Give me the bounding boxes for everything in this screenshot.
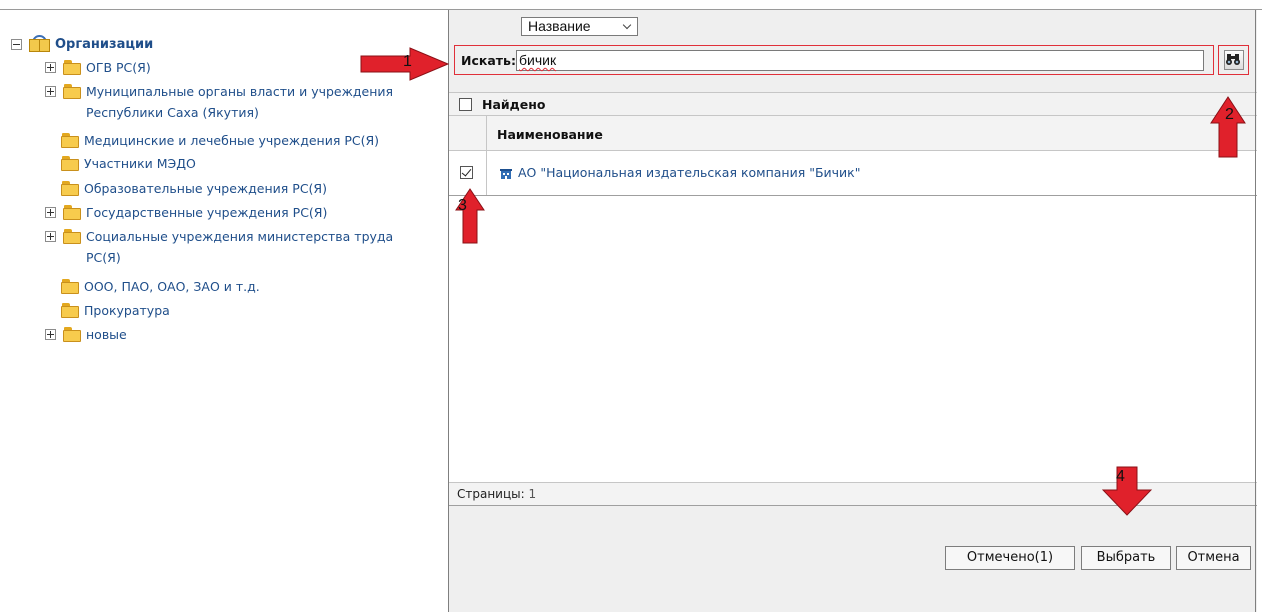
row-checkbox[interactable] bbox=[460, 166, 473, 179]
folder-icon bbox=[63, 229, 82, 244]
expand-icon[interactable] bbox=[45, 86, 56, 97]
tree-item-medical[interactable]: Медицинские и лечебные учреждения РС(Я) bbox=[61, 130, 379, 151]
expand-icon[interactable] bbox=[45, 231, 56, 242]
folder-icon bbox=[61, 181, 80, 196]
tree-item-label[interactable]: Государственные учреждения РС(Я) bbox=[86, 202, 327, 223]
annotation-number-1: 1 bbox=[403, 53, 412, 70]
search-label: Искать: bbox=[461, 53, 516, 68]
folder-icon bbox=[63, 205, 82, 220]
tree-item-companies[interactable]: ООО, ПАО, ОАО, ЗАО и т.д. bbox=[61, 276, 260, 297]
search-field-value: Название bbox=[528, 18, 591, 34]
results-table: Наименование АО "Национальная издательск… bbox=[449, 116, 1257, 196]
tree-item-ogv[interactable]: ОГВ РС(Я) bbox=[45, 57, 151, 78]
find-button[interactable] bbox=[1224, 50, 1244, 70]
tree-item-label[interactable]: ОГВ РС(Я) bbox=[86, 57, 151, 78]
results-empty-area bbox=[449, 196, 1257, 482]
tree-item-label[interactable]: Прокуратура bbox=[84, 300, 170, 321]
tree-item-municipal[interactable]: Муниципальные органы власти и учреждения… bbox=[45, 81, 425, 123]
tree-item-label[interactable]: Образовательные учреждения РС(Я) bbox=[84, 178, 327, 199]
search-input[interactable]: бичик bbox=[516, 50, 1204, 71]
found-header: Найдено bbox=[449, 92, 1257, 116]
folder-icon bbox=[63, 60, 82, 75]
table-row[interactable]: АО "Национальная издательская компания "… bbox=[449, 151, 1257, 196]
search-panel: Название Искать: бичик Найдено Наименова… bbox=[448, 10, 1257, 612]
tree-item-social[interactable]: Социальные учреждения министерства труда… bbox=[45, 226, 425, 268]
tree-item-medo[interactable]: Участники МЭДО bbox=[61, 153, 196, 174]
tree-item-label[interactable]: ООО, ПАО, ОАО, ЗАО и т.д. bbox=[84, 276, 260, 297]
search-input-value: бичик bbox=[519, 52, 557, 68]
annotation-arrow-4 bbox=[1102, 466, 1152, 516]
tree-item-education[interactable]: Образовательные учреждения РС(Я) bbox=[61, 178, 327, 199]
book-icon bbox=[29, 35, 51, 53]
folder-icon bbox=[61, 156, 80, 171]
organization-tree: Организации ОГВ РС(Я) Муниципальные орга… bbox=[0, 10, 448, 612]
tree-item-label[interactable]: Медицинские и лечебные учреждения РС(Я) bbox=[84, 130, 379, 151]
pager-label-text: Страницы: bbox=[457, 487, 525, 501]
tree-item-prosecutor[interactable]: Прокуратура bbox=[61, 300, 170, 321]
tree-root-label[interactable]: Организации bbox=[55, 34, 153, 55]
table-header: Наименование bbox=[449, 116, 1257, 151]
select-button[interactable]: Выбрать bbox=[1081, 546, 1171, 570]
column-header-name[interactable]: Наименование bbox=[497, 127, 603, 142]
tree-item-label[interactable]: Участники МЭДО bbox=[84, 153, 196, 174]
checkbox-column-header bbox=[449, 116, 487, 151]
folder-icon bbox=[61, 303, 80, 318]
collapse-icon[interactable] bbox=[11, 39, 22, 50]
folder-icon bbox=[63, 327, 82, 342]
folder-icon bbox=[61, 279, 80, 294]
right-panel-edge bbox=[1255, 10, 1256, 612]
pager-page-number[interactable]: 1 bbox=[529, 487, 537, 501]
tree-item-label[interactable]: Социальные учреждения министерства труда… bbox=[86, 226, 416, 268]
select-all-checkbox[interactable] bbox=[459, 98, 472, 111]
folder-icon bbox=[63, 84, 82, 99]
annotation-number-3: 3 bbox=[458, 197, 467, 214]
pager-label: Страницы: 1 bbox=[457, 487, 536, 501]
tree-item-state[interactable]: Государственные учреждения РС(Я) bbox=[45, 202, 327, 223]
chevron-down-icon bbox=[622, 20, 632, 30]
search-field-select[interactable]: Название bbox=[521, 17, 638, 36]
annotation-number-4: 4 bbox=[1116, 468, 1125, 485]
tree-root[interactable]: Организации bbox=[11, 34, 153, 55]
expand-icon[interactable] bbox=[45, 207, 56, 218]
cancel-button[interactable]: Отмена bbox=[1176, 546, 1251, 570]
folder-icon bbox=[61, 133, 80, 148]
tree-item-new[interactable]: новые bbox=[45, 324, 127, 345]
find-button-frame bbox=[1218, 45, 1249, 75]
annotation-number-2: 2 bbox=[1225, 106, 1234, 123]
row-name[interactable]: АО "Национальная издательская компания "… bbox=[518, 165, 860, 180]
marked-button[interactable]: Отмечено(1) bbox=[945, 546, 1075, 570]
tree-item-label[interactable]: Муниципальные органы власти и учреждения… bbox=[86, 81, 416, 123]
tree-item-label[interactable]: новые bbox=[86, 324, 127, 345]
expand-icon[interactable] bbox=[45, 62, 56, 73]
expand-icon[interactable] bbox=[45, 329, 56, 340]
search-row: Искать: бичик bbox=[454, 45, 1214, 75]
binoculars-icon bbox=[1226, 54, 1240, 65]
found-label: Найдено bbox=[482, 97, 546, 112]
organization-icon bbox=[500, 169, 512, 179]
